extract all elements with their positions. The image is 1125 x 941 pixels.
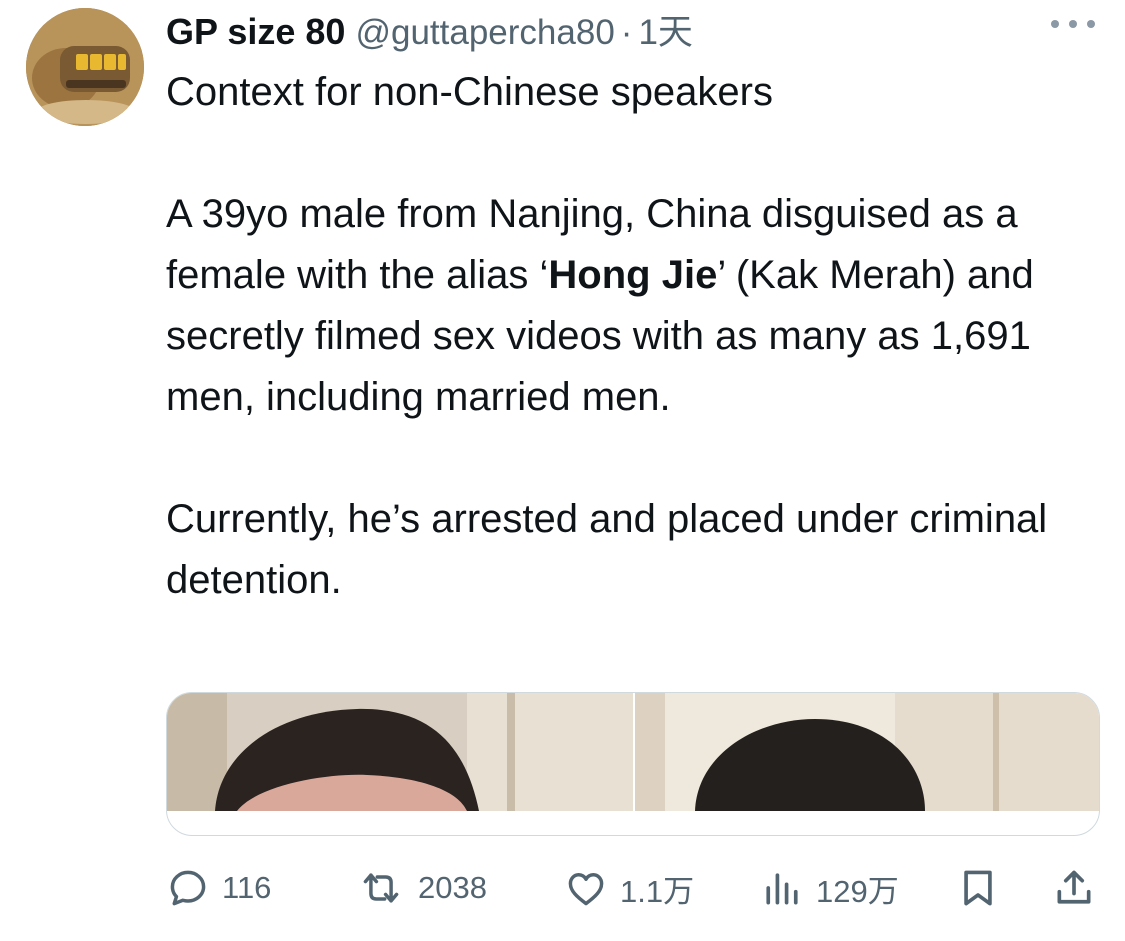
views-button[interactable]: 129万 bbox=[760, 862, 899, 914]
tweet-header: GP size 80 @guttapercha80 · 1天 bbox=[166, 4, 1085, 53]
more-icon[interactable] bbox=[1051, 12, 1095, 36]
tweet-actions: 116 2038 1.1万 129万 bbox=[166, 862, 1096, 914]
retweet-icon bbox=[363, 873, 399, 903]
tweet-timestamp[interactable]: 1天 bbox=[638, 4, 692, 55]
like-count: 1.1万 bbox=[620, 873, 695, 909]
share-icon bbox=[1057, 870, 1091, 904]
media-attachment[interactable] bbox=[166, 692, 1100, 836]
reply-button[interactable]: 116 bbox=[166, 862, 271, 914]
tweet-text-line1: Context for non-Chinese speakers bbox=[166, 70, 773, 114]
retweet-button[interactable]: 2038 bbox=[356, 862, 487, 914]
bookmark-icon bbox=[964, 870, 992, 906]
share-button[interactable] bbox=[1052, 862, 1096, 914]
author-display-name[interactable]: GP size 80 bbox=[166, 11, 345, 53]
tweet-text-paragraph3: Currently, he’s arrested and placed unde… bbox=[166, 497, 1048, 602]
bookmark-button[interactable] bbox=[956, 862, 1000, 914]
reply-count: 116 bbox=[222, 870, 272, 905]
media-photo-left[interactable] bbox=[167, 693, 633, 811]
like-icon bbox=[568, 873, 604, 906]
views-icon bbox=[766, 873, 798, 905]
time-separator: · bbox=[620, 13, 633, 52]
views-count: 129万 bbox=[816, 873, 899, 909]
retweet-count: 2038 bbox=[418, 870, 487, 905]
reply-icon bbox=[170, 870, 206, 906]
like-button[interactable]: 1.1万 bbox=[564, 862, 694, 914]
alias-bold: Hong Jie bbox=[548, 253, 718, 297]
tweet-text-paragraph2: A 39yo male from Nanjing, China disguise… bbox=[166, 192, 1034, 419]
media-photo-right[interactable] bbox=[635, 693, 1099, 811]
avatar[interactable] bbox=[26, 8, 144, 126]
avatar-image bbox=[26, 8, 144, 126]
tweet-text: Context for non-Chinese speakers A 39yo … bbox=[166, 62, 1096, 611]
author-handle[interactable]: @guttapercha80 bbox=[355, 13, 614, 53]
